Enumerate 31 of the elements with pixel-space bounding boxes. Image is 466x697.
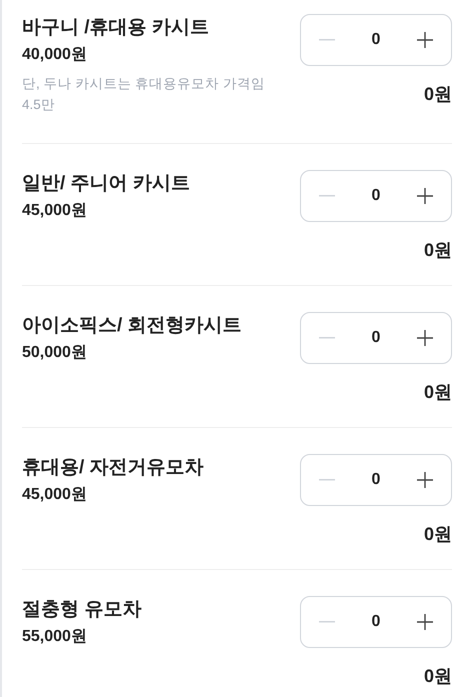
product-price: 40,000원 (22, 45, 88, 65)
quantity-value: 0 (372, 470, 380, 490)
minus-icon (319, 337, 335, 339)
quantity-value: 0 (372, 328, 380, 348)
product-price: 50,000원 (22, 343, 88, 363)
product-price: 55,000원 (22, 627, 88, 647)
product-name: 절충형 유모차 (22, 598, 142, 622)
plus-icon (417, 330, 433, 346)
quantity-value: 0 (372, 30, 380, 50)
product-name: 아이소픽스/ 회전형카시트 (22, 314, 242, 338)
plus-icon (417, 32, 433, 48)
quantity-value: 0 (372, 186, 380, 206)
minus-icon (319, 621, 335, 623)
minus-icon (319, 39, 335, 41)
plus-icon (417, 472, 433, 488)
product-name: 바구니 /휴대용 카시트 (22, 16, 210, 40)
plus-icon (417, 188, 433, 204)
product-price: 45,000원 (22, 485, 88, 505)
product-note: 단, 두나 카시트는 휴대용유모차 가격임 4.5만 (22, 75, 266, 114)
item-total: 0원 (424, 239, 452, 262)
product-price: 45,000원 (22, 201, 88, 221)
item-total: 0원 (424, 523, 452, 546)
plus-icon (417, 614, 433, 630)
item-total: 0원 (424, 83, 452, 106)
minus-icon (319, 195, 335, 197)
minus-icon (319, 479, 335, 481)
item-total: 0원 (424, 665, 452, 688)
item-total: 0원 (424, 381, 452, 404)
product-name: 일반/ 주니어 카시트 (22, 172, 190, 196)
product-name: 휴대용/ 자전거유모차 (22, 456, 204, 480)
quantity-value: 0 (372, 612, 380, 632)
